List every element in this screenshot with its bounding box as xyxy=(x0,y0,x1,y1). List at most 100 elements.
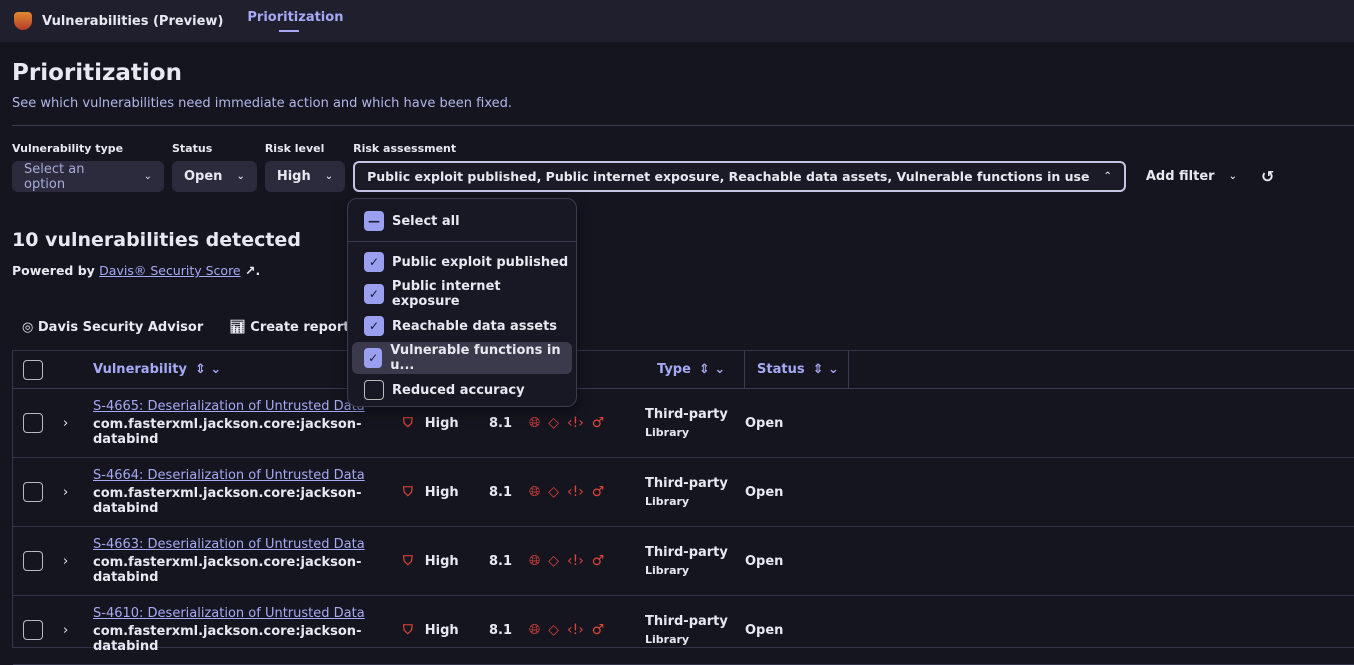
component-name: com.fasterxml.jackson.core:jackson-datab… xyxy=(93,624,362,654)
powered-by: Powered by Davis® Security Score ↗. xyxy=(12,263,260,278)
risk-cell: ⛉ High xyxy=(403,623,489,638)
status-select[interactable]: Open ⌄ xyxy=(172,161,257,192)
status: Open xyxy=(745,415,784,431)
results-count: 10 vulnerabilities detected xyxy=(12,229,301,251)
subtype: Library xyxy=(645,564,690,577)
filter-label: Vulnerability type xyxy=(12,142,124,155)
chevron-down-icon: ⌄ xyxy=(143,171,152,182)
expand-chevron-icon[interactable]: › xyxy=(63,416,68,431)
vulnerability-cell: S-4663: Deserialization of Untrusted Dat… xyxy=(93,537,403,585)
add-filter-label: Add filter xyxy=(1145,169,1215,184)
select-value: Open xyxy=(184,169,223,184)
vulnerability-cell: S-4664: Deserialization of Untrusted Dat… xyxy=(93,468,403,516)
table-row[interactable]: › S-4664: Deserialization of Untrusted D… xyxy=(13,458,1354,527)
dropdown-option[interactable]: ✓ Public internet exposure xyxy=(352,278,572,310)
top-bar: Vulnerabilities (Preview) Prioritization xyxy=(0,0,1354,42)
table-row[interactable]: › S-4665: Deserialization of Untrusted D… xyxy=(13,389,1354,458)
filter-label: Risk level xyxy=(264,142,325,155)
checkbox[interactable]: ✓ xyxy=(364,316,384,336)
external-link-icon[interactable]: ↗ xyxy=(245,263,255,278)
checkbox-indeterminate[interactable]: — xyxy=(364,211,384,231)
checkbox[interactable]: ✓ xyxy=(364,348,383,368)
expand-chevron-icon[interactable]: › xyxy=(63,623,68,638)
risk-cell: ⛉ High xyxy=(403,554,489,569)
shield-x-icon: ⛉ xyxy=(403,484,413,500)
dropdown-option[interactable]: ✓ Vulnerable functions in u... xyxy=(352,342,572,374)
sort-icon[interactable]: ⇕ ⌄ xyxy=(195,362,221,377)
select-all-option[interactable]: — Select all xyxy=(352,205,572,237)
reset-icon[interactable]: ↺ xyxy=(1261,167,1274,186)
exploit-icon: ♂ xyxy=(591,415,605,431)
table-row[interactable]: › S-4610: Deserialization of Untrusted D… xyxy=(13,596,1354,665)
shield-x-icon: ⛉ xyxy=(403,553,413,569)
vulnerable-function-icon: ‹!› xyxy=(566,415,584,431)
subtype: Library xyxy=(645,495,690,508)
data-assets-icon: ◇ xyxy=(548,415,559,431)
page-subtitle: See which vulnerabilities need immediate… xyxy=(12,96,513,111)
risk-cell: ⛉ High xyxy=(403,416,489,431)
data-assets-icon: ◇ xyxy=(548,553,559,569)
chevron-down-icon: ⌄ xyxy=(236,171,245,182)
dropdown-option[interactable]: Reduced accuracy xyxy=(352,374,572,406)
status: Open xyxy=(745,553,784,569)
divider xyxy=(348,241,576,242)
davis-advisor-button[interactable]: ◎ Davis Security Advisor xyxy=(22,320,203,335)
create-report-button[interactable]: 📊︎ Create report xyxy=(229,320,349,335)
risk-level: High xyxy=(424,622,459,638)
component-name: com.fasterxml.jackson.core:jackson-datab… xyxy=(93,417,362,447)
option-label: Public exploit published xyxy=(392,254,569,270)
public-exposure-icon: 🌐︎ xyxy=(529,484,541,500)
filter-label: Risk assessment xyxy=(353,142,457,155)
chevron-down-icon: ⌄ xyxy=(1228,171,1237,182)
header-status[interactable]: Status ⇕ ⌄ xyxy=(745,351,849,388)
checkbox[interactable]: ✓ xyxy=(364,284,384,304)
row-checkbox[interactable] xyxy=(23,482,43,502)
expand-chevron-icon[interactable]: › xyxy=(63,485,68,500)
score: 8.1 xyxy=(489,622,513,638)
davis-score-link[interactable]: Davis® Security Score xyxy=(99,263,240,278)
risk-level: High xyxy=(424,415,459,431)
risk-level-select[interactable]: High ⌄ xyxy=(264,161,346,192)
header-label: Type xyxy=(657,362,691,377)
risk-level: High xyxy=(424,553,459,569)
vulnerability-link[interactable]: S-4663: Deserialization of Untrusted Dat… xyxy=(93,537,403,552)
header-select xyxy=(13,359,93,380)
expand-chevron-icon[interactable]: › xyxy=(63,554,68,569)
dropdown-option[interactable]: ✓ Reachable data assets xyxy=(352,310,572,342)
public-exposure-icon: 🌐︎ xyxy=(529,622,541,638)
checkbox[interactable] xyxy=(364,380,384,400)
table-row[interactable]: › S-4663: Deserialization of Untrusted D… xyxy=(13,527,1354,596)
row-checkbox[interactable] xyxy=(23,620,43,640)
davis-icon: ◎ xyxy=(22,320,34,335)
option-label: Reduced accuracy xyxy=(392,382,525,398)
select-value: Public exploit published, Public interne… xyxy=(367,169,1090,184)
header-type[interactable]: Type ⇕ ⌄ xyxy=(645,351,745,388)
vulnerabilities-table: Vulnerability ⇕ ⌄ Type ⇕ ⌄ Status ⇕ ⌄ › S-4… xyxy=(12,350,1354,665)
tab-prioritization[interactable]: Prioritization xyxy=(247,0,343,42)
sort-icon[interactable]: ⇕ ⌄ xyxy=(813,362,839,377)
row-checkbox[interactable] xyxy=(23,413,43,433)
vulnerability-type-select[interactable]: Select an option ⌄ xyxy=(12,161,164,192)
public-exposure-icon: 🌐︎ xyxy=(529,415,541,431)
add-filter-button[interactable]: Add filter ⌄ ↺ xyxy=(1134,161,1287,192)
score: 8.1 xyxy=(489,415,513,431)
row-checkbox[interactable] xyxy=(23,551,43,571)
vulnerability-link[interactable]: S-4664: Deserialization of Untrusted Dat… xyxy=(93,468,403,483)
sort-icon[interactable]: ⇕ ⌄ xyxy=(699,362,725,377)
vulnerable-function-icon: ‹!› xyxy=(566,553,584,569)
dropdown-option[interactable]: ✓ Public exploit published xyxy=(352,246,572,278)
subtype: Library xyxy=(645,426,690,439)
vulnerability-link[interactable]: S-4610: Deserialization of Untrusted Dat… xyxy=(93,606,403,621)
checkbox[interactable]: ✓ xyxy=(364,252,384,272)
risk-assessment-icons: 🌐︎ ◇ ‹!› ♂ xyxy=(529,484,645,500)
risk-assessment-icons: 🌐︎ ◇ ‹!› ♂ xyxy=(529,415,645,431)
powered-suffix: . xyxy=(255,263,261,278)
type-cell: Third-party Library xyxy=(645,476,745,508)
risk-assessment-select[interactable]: Public exploit published, Public interne… xyxy=(353,161,1126,192)
status: Open xyxy=(745,484,784,500)
score: 8.1 xyxy=(489,484,513,500)
header-label: Status xyxy=(757,362,805,377)
select-value: High xyxy=(276,169,311,184)
report-label: Create report xyxy=(250,320,350,335)
select-all-checkbox[interactable] xyxy=(23,359,43,380)
